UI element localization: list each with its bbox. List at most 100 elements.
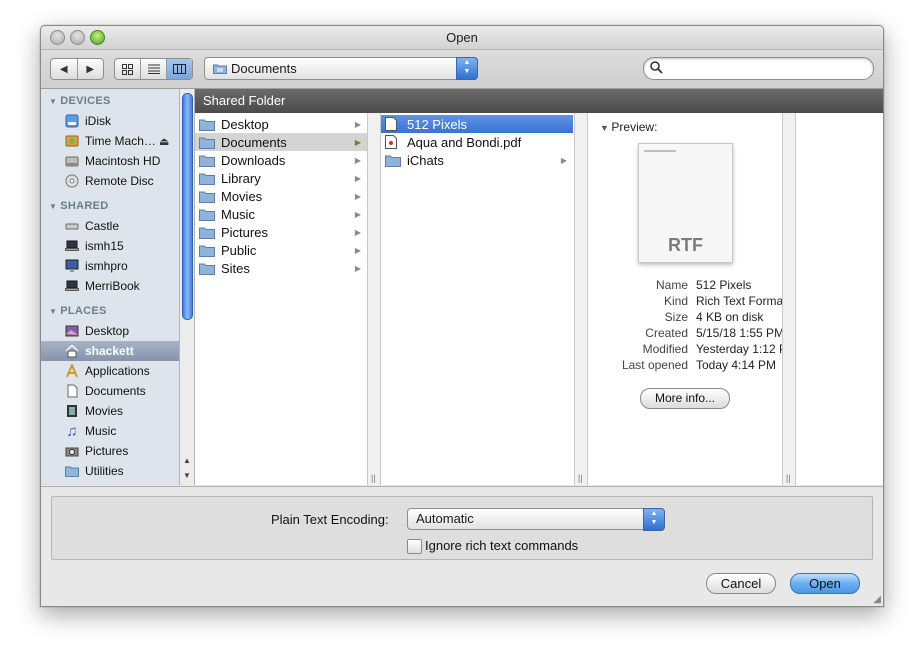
sidebar-item-time-machine[interactable]: Time Mach… ⏏ (41, 131, 179, 151)
sidebar-item-documents[interactable]: Documents (41, 381, 179, 401)
remote-disc-icon (64, 173, 80, 189)
sidebar-item-castle[interactable]: Castle (41, 216, 179, 236)
list-item-aqua-and-bondi[interactable]: Aqua and Bondi.pdf (381, 133, 573, 151)
film-icon (64, 403, 80, 419)
home-icon (64, 343, 80, 359)
sidebar-item-macintosh-hd[interactable]: Macintosh HD (41, 151, 179, 171)
list-item-pictures[interactable]: Pictures ▶ (195, 223, 367, 241)
cancel-button[interactable]: Cancel (706, 573, 776, 594)
sidebar-item-movies[interactable]: Movies (41, 401, 179, 421)
sidebar-section-shared[interactable]: ▼ SHARED (49, 200, 108, 212)
icon-view-button[interactable] (115, 59, 141, 79)
sidebar-item-pictures[interactable]: Pictures (41, 441, 179, 461)
forward-button[interactable]: ▶ (78, 59, 104, 79)
sidebar-section-devices[interactable]: ▼ DEVICES (49, 95, 111, 107)
sidebar-section-places[interactable]: ▼ PLACES (49, 305, 107, 317)
resize-grip-icon[interactable]: ◢ (873, 594, 881, 605)
list-item-documents[interactable]: Documents ▶ (195, 133, 367, 151)
location-popup[interactable]: Documents ▲ ▼ (204, 57, 478, 80)
title-bar: Open (41, 26, 883, 50)
sidebar-item-shackett[interactable]: shackett (41, 341, 179, 361)
info-value-kind: Rich Text Format (696, 294, 787, 308)
zoom-window-button[interactable] (90, 30, 105, 45)
list-item-sites[interactable]: Sites ▶ (195, 259, 367, 277)
sidebar-item-remote-disc[interactable]: Remote Disc (41, 171, 179, 191)
forward-arrow-icon: ▶ (86, 63, 95, 75)
list-item-music[interactable]: Music ▶ (195, 205, 367, 223)
list-view-button[interactable] (141, 59, 167, 79)
column-view-button[interactable] (167, 59, 192, 79)
resize-grip-icon: || (578, 473, 583, 483)
minimize-window-button[interactable] (70, 30, 85, 45)
folder-icon (199, 189, 215, 203)
close-window-button[interactable] (50, 30, 65, 45)
chevron-right-icon: ▶ (354, 173, 361, 183)
chevron-right-icon: ▶ (354, 191, 361, 201)
sidebar-item-applications[interactable]: Applications (41, 361, 179, 381)
list-item-movies[interactable]: Movies ▶ (195, 187, 367, 205)
more-info-button[interactable]: More info... (640, 388, 730, 409)
sidebar-scrollbar[interactable]: ▲ ▼ (180, 89, 195, 485)
list-item-512-pixels[interactable]: 512 Pixels (381, 115, 573, 133)
scroll-up-arrow-icon[interactable]: ▲ (183, 456, 191, 465)
column-resize-handle[interactable]: || (574, 113, 588, 485)
column-view-icon (173, 64, 186, 74)
popup-stepper-icon: ▲ ▼ (643, 508, 665, 531)
sidebar-item-desktop[interactable]: Desktop (41, 321, 179, 341)
applications-icon (64, 363, 80, 379)
thumbnail-text-line (644, 150, 676, 152)
column-2: 512 Pixels Aqua and Bondi.pdf iChats ▶ (381, 113, 573, 485)
info-value-size: 4 KB on disk (696, 310, 764, 324)
column-1: Desktop ▶ Documents ▶ Downloads ▶ Library ▶ … (195, 113, 367, 485)
open-button[interactable]: Open (790, 573, 860, 594)
utilities-folder-icon (64, 463, 80, 479)
pdf-document-icon (385, 135, 401, 149)
options-panel: Plain Text Encoding: Automatic ▲ ▼ Ignore… (51, 496, 873, 560)
sidebar-item-merribook[interactable]: MerriBook (41, 276, 179, 296)
info-key-modified: Modified (642, 342, 688, 356)
list-item-ichats[interactable]: iChats ▶ (381, 151, 573, 169)
column-resize-handle[interactable]: || (782, 113, 796, 485)
folder-icon (385, 153, 401, 167)
preview-header: ▼ Preview: (600, 120, 658, 134)
chevron-right-icon: ▶ (354, 227, 361, 237)
desktop-icon (64, 323, 80, 339)
back-button[interactable]: ◀ (51, 59, 78, 79)
thumbnail-extension: RTF (668, 235, 703, 255)
back-forward-control: ◀ ▶ (50, 58, 104, 80)
folder-icon (199, 207, 215, 221)
info-key-name: Name (655, 278, 688, 292)
search-field[interactable] (643, 57, 874, 80)
ignore-rich-text-checkbox[interactable] (407, 539, 422, 554)
document-icon (64, 383, 80, 399)
ignore-rich-text-label[interactable]: Ignore rich text commands (425, 538, 578, 553)
empty-column (796, 113, 883, 485)
sidebar-item-music[interactable]: ♫ Music (41, 421, 179, 441)
folder-icon (199, 117, 215, 131)
search-input[interactable] (668, 60, 868, 78)
file-info: Name 512 Pixels Kind Rich Text Format Size… (588, 278, 797, 378)
column-resize-handle[interactable]: || (367, 113, 381, 485)
list-item-downloads[interactable]: Downloads ▶ (195, 151, 367, 169)
rtf-document-icon (385, 117, 401, 131)
list-item-library[interactable]: Library ▶ (195, 169, 367, 187)
scroll-down-arrow-icon[interactable]: ▼ (183, 471, 191, 480)
folder-icon (199, 153, 215, 167)
info-key-kind: Kind (663, 294, 688, 308)
sidebar-item-idisk[interactable]: iDisk (41, 111, 179, 131)
encoding-popup[interactable]: Automatic ▲ ▼ (407, 508, 665, 531)
sidebar-item-utilities[interactable]: Utilities (41, 461, 179, 481)
chevron-right-icon: ▶ (354, 209, 361, 219)
view-mode-control (114, 58, 193, 80)
display-icon (64, 258, 80, 274)
scrollbar-thumb[interactable] (182, 93, 193, 320)
back-arrow-icon: ◀ (59, 63, 68, 75)
sidebar-item-ismhpro[interactable]: ismhpro (41, 256, 179, 276)
folder-icon (199, 243, 215, 257)
encoding-label: Plain Text Encoding: (271, 512, 389, 527)
sidebar-item-ismh15[interactable]: ismh15 (41, 236, 179, 256)
eject-icon[interactable]: ⏏ (159, 135, 169, 148)
chevron-right-icon: ▶ (354, 137, 361, 147)
list-item-public[interactable]: Public ▶ (195, 241, 367, 259)
list-item-desktop[interactable]: Desktop ▶ (195, 115, 367, 133)
